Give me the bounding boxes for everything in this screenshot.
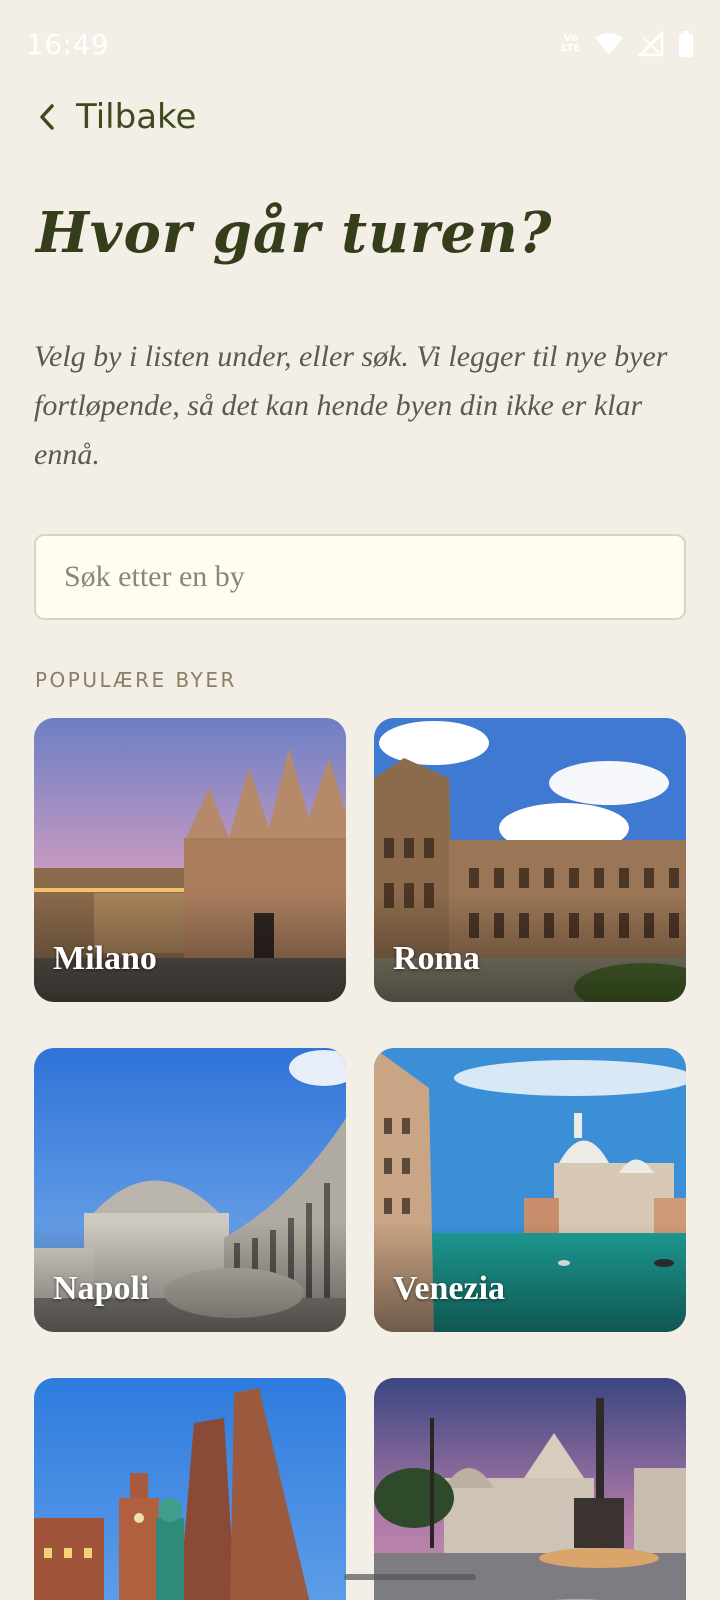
city-card-roma[interactable]: Roma <box>374 718 686 1002</box>
search-input[interactable] <box>64 560 684 594</box>
home-indicator[interactable] <box>344 1574 476 1580</box>
city-card-catania[interactable] <box>374 1378 686 1600</box>
city-image <box>34 1378 346 1600</box>
city-card-venezia[interactable]: Venezia <box>374 1048 686 1332</box>
signal-icon <box>638 31 664 57</box>
chevron-left-icon <box>40 104 54 130</box>
back-button[interactable]: Tilbake <box>36 90 196 144</box>
popular-cities-label: POPULÆRE BYER <box>35 668 237 692</box>
city-card-napoli[interactable]: Napoli <box>34 1048 346 1332</box>
city-name: Venezia <box>393 1270 506 1307</box>
intro-text: Velg by i listen under, eller søk. Vi le… <box>34 340 668 471</box>
page-title: Hvor går turen? <box>36 200 553 266</box>
battery-icon <box>679 31 693 57</box>
back-label: Tilbake <box>76 97 197 137</box>
status-bar: 16:49 Vo LTE <box>0 0 720 88</box>
city-name: Napoli <box>53 1270 150 1307</box>
status-icons: Vo LTE <box>562 31 694 57</box>
volte-icon: Vo LTE <box>561 33 580 54</box>
city-name: Roma <box>393 940 480 977</box>
status-time: 16:49 <box>26 27 110 61</box>
city-card-milano[interactable]: Milano <box>34 718 346 1002</box>
search-field[interactable] <box>34 534 686 620</box>
city-image <box>374 1378 686 1600</box>
city-name: Milano <box>53 940 157 977</box>
city-card-bologna[interactable] <box>34 1378 346 1600</box>
wifi-icon <box>595 33 623 54</box>
